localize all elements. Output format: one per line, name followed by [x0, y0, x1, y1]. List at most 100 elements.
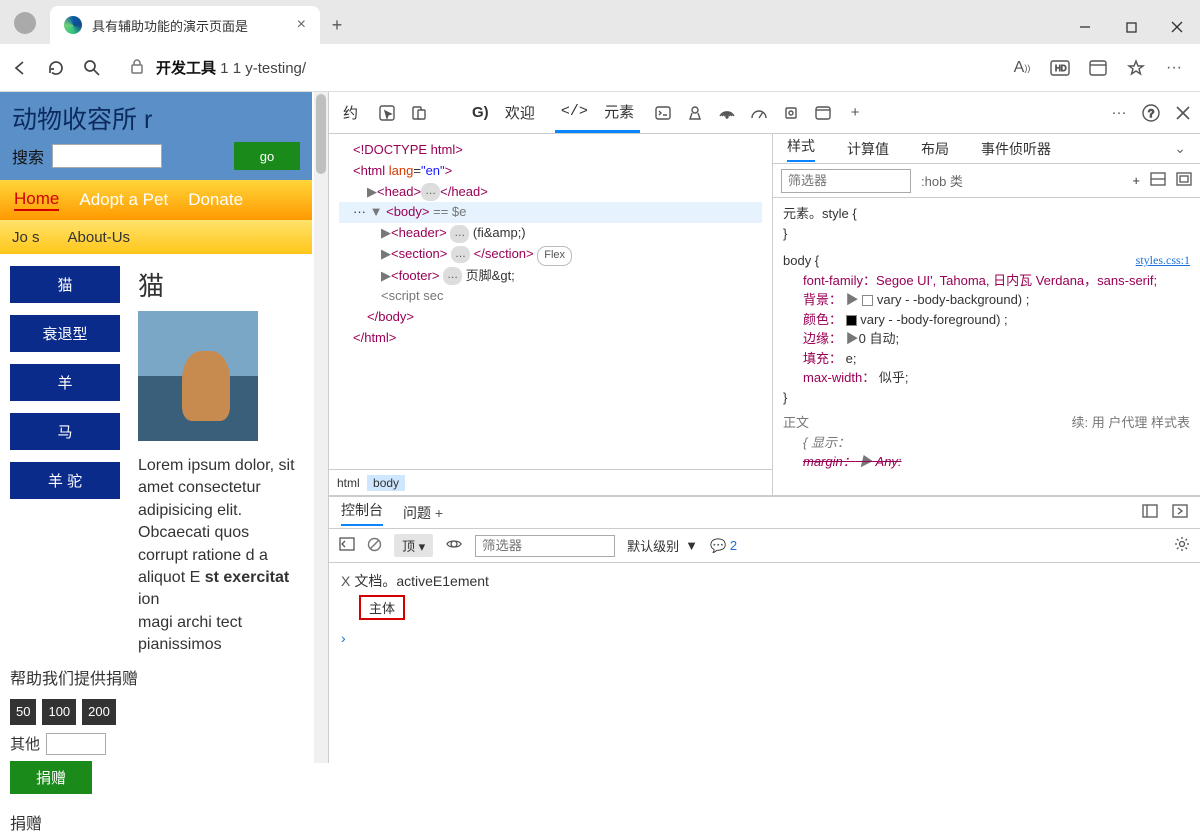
styles-rules[interactable]: 元素。style { } styles.css:1body { font-fam…	[773, 198, 1200, 495]
content-heading: 猫	[138, 266, 302, 303]
box-model-icon[interactable]	[1176, 172, 1192, 189]
page-title: 动物收容所 r	[12, 100, 300, 136]
side-item[interactable]: 羊 驼	[10, 462, 120, 499]
level-selector[interactable]: 默认级别 ▼	[627, 536, 698, 555]
browser-tab[interactable]: 具有辅助功能的演示页面是 ×	[50, 6, 320, 44]
svg-text:?: ?	[1148, 108, 1154, 120]
issues-count[interactable]: 💬 2	[710, 538, 737, 554]
donate-chip[interactable]: 50	[10, 699, 36, 725]
network-icon[interactable]	[718, 104, 736, 122]
console-output[interactable]: X文档。activeE1ement 主体 ›	[329, 563, 1200, 763]
other-label: 其他	[10, 734, 40, 755]
tab-layout[interactable]: 布局	[921, 139, 949, 159]
tab-issues[interactable]: 问题 +	[403, 503, 443, 523]
device-icon[interactable]	[410, 104, 428, 122]
tab-listeners[interactable]: 事件侦听器	[981, 139, 1051, 159]
svg-text:HD: HD	[1055, 64, 1067, 73]
flex-editor-icon[interactable]	[1150, 172, 1166, 189]
url-display: 开发工具 1 1 y-testing/	[156, 57, 306, 78]
lock-icon	[130, 58, 144, 78]
console-sidebar-icon[interactable]	[339, 537, 355, 554]
styles-filter-input[interactable]	[781, 169, 911, 193]
nav-home[interactable]: Home	[14, 189, 59, 211]
search-label: 搜索	[12, 144, 44, 168]
maximize-button[interactable]	[1108, 10, 1154, 44]
lorem-text: Lorem ipsum dolor, sit amet consectetur …	[138, 455, 302, 657]
tab-console[interactable]: 控制台	[341, 500, 383, 526]
close-tab-icon[interactable]: ×	[297, 16, 306, 34]
nav-donate[interactable]: Donate	[188, 190, 243, 210]
nav2-item[interactable]: About-Us	[68, 229, 131, 246]
minimize-button[interactable]	[1062, 10, 1108, 44]
context-selector[interactable]: 顶 ▾	[394, 534, 433, 557]
side-item[interactable]: 衰退型	[10, 315, 120, 352]
help-text: 帮助我们提供捐赠	[10, 669, 302, 691]
console-filter-input[interactable]	[475, 535, 615, 557]
footer-text: 捐赠	[10, 814, 302, 836]
chevron-down-icon[interactable]: ⌄	[1174, 140, 1186, 157]
side-item[interactable]: 猫	[10, 266, 120, 303]
devtools-panel: 约 G) 欢迎 </> 元素 + ··· ? <!DOCTYPE html> <…	[328, 92, 1200, 763]
help-icon[interactable]: ?	[1142, 104, 1160, 122]
back-button[interactable]	[10, 58, 30, 78]
dom-tree[interactable]: <!DOCTYPE html> <html lang="en"> ▶<head>…	[329, 134, 772, 469]
donate-chip[interactable]: 200	[82, 699, 116, 725]
tab-elements[interactable]: </> 元素	[555, 92, 640, 133]
rendered-page: 动物收容所 r 搜索 go Home Adopt a Pet Donate Jo…	[0, 92, 328, 763]
profile-avatar[interactable]	[14, 12, 36, 34]
dom-breadcrumb[interactable]: html body	[329, 469, 772, 495]
add-rule-icon[interactable]: +	[1132, 173, 1140, 188]
add-tab-icon[interactable]: +	[846, 104, 864, 122]
hd-icon[interactable]: HD	[1050, 58, 1070, 78]
live-expression-icon[interactable]	[445, 538, 463, 553]
edge-icon	[64, 16, 82, 34]
address-bar[interactable]: 开发工具 1 1 y-testing/	[118, 51, 996, 85]
hover-class-label[interactable]: :hob 类	[921, 171, 963, 190]
application-icon[interactable]	[814, 104, 832, 122]
side-item[interactable]: 羊	[10, 364, 120, 401]
refresh-button[interactable]	[46, 58, 66, 78]
favorite-icon[interactable]	[1126, 58, 1146, 78]
tab-welcome[interactable]: G) 欢迎	[466, 92, 541, 133]
menu-icon[interactable]: ···	[1164, 58, 1184, 78]
console-icon[interactable]	[654, 104, 672, 122]
donate-button[interactable]: 捐赠	[10, 761, 92, 794]
sidebar-toggle-icon[interactable]	[1142, 504, 1158, 521]
go-button[interactable]: go	[234, 142, 300, 170]
styles-tabs: 样式 计算值 布局 事件侦听器 ⌄	[773, 134, 1200, 164]
read-aloud-icon[interactable]: A))	[1012, 58, 1032, 78]
console-drawer: 控制台 问题 + 顶 ▾ 默认级别 ▼ 💬 2 X文档。activeE1emen…	[329, 495, 1200, 763]
window-titlebar: 具有辅助功能的演示页面是 × +	[0, 0, 1200, 44]
close-devtools-icon[interactable]	[1174, 104, 1192, 122]
more-icon[interactable]: ···	[1110, 104, 1128, 122]
tab-computed[interactable]: 计算值	[847, 139, 889, 159]
console-result: 主体	[359, 595, 405, 620]
stylesheet-link[interactable]: styles.css:1	[1136, 251, 1190, 269]
search-input[interactable]	[52, 144, 162, 168]
new-tab-button[interactable]: +	[320, 6, 354, 44]
secondary-nav: Jo s About-Us	[0, 220, 312, 254]
side-item[interactable]: 马	[10, 413, 120, 450]
devtools-tabbar: 约 G) 欢迎 </> 元素 + ··· ?	[329, 92, 1200, 134]
clear-console-icon[interactable]	[367, 537, 382, 555]
expand-icon[interactable]	[1172, 504, 1188, 521]
sources-icon[interactable]	[686, 104, 704, 122]
donate-chip[interactable]: 100	[42, 699, 76, 725]
memory-icon[interactable]	[782, 104, 800, 122]
tab-styles[interactable]: 样式	[787, 136, 815, 162]
reader-icon[interactable]	[1088, 58, 1108, 78]
tab-yue[interactable]: 约	[337, 92, 364, 133]
nav2-item[interactable]: Jo s	[12, 229, 40, 246]
console-prompt[interactable]: ›	[341, 630, 1188, 646]
other-amount-input[interactable]	[46, 733, 106, 755]
search-button[interactable]	[82, 58, 102, 78]
tab-title: 具有辅助功能的演示页面是	[92, 16, 248, 35]
nav-adopt[interactable]: Adopt a Pet	[79, 190, 168, 210]
cat-image	[138, 311, 258, 441]
primary-nav: Home Adopt a Pet Donate	[0, 180, 312, 220]
close-window-button[interactable]	[1154, 10, 1200, 44]
console-settings-icon[interactable]	[1174, 536, 1190, 555]
inspect-icon[interactable]	[378, 104, 396, 122]
performance-icon[interactable]	[750, 104, 768, 122]
page-scrollbar[interactable]	[314, 92, 328, 763]
